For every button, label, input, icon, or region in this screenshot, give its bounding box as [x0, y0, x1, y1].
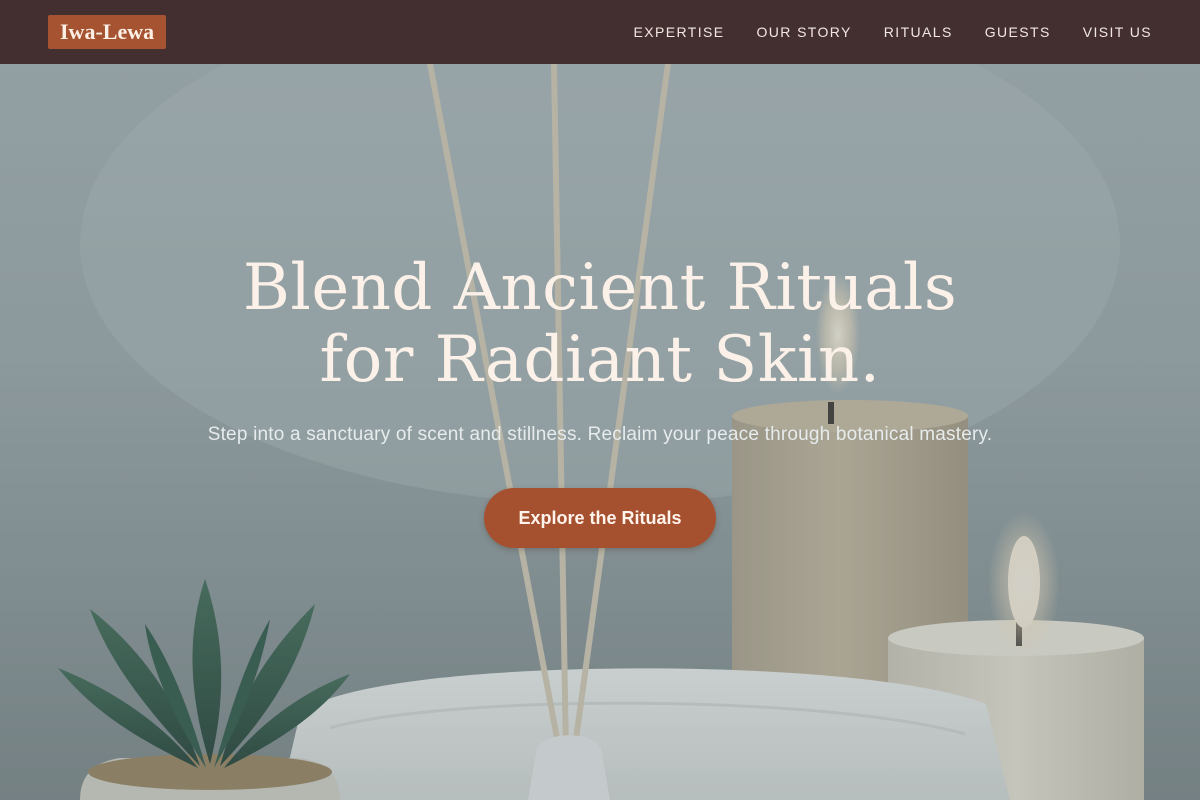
hero-subtitle: Step into a sanctuary of scent and still… [207, 424, 993, 445]
nav-link-guests[interactable]: GUESTS [985, 24, 1051, 40]
top-navigation-bar: Iwa-Lewa EXPERTISE OUR STORY RITUALS GUE… [0, 0, 1200, 64]
nav-link-visit-us[interactable]: VISIT US [1083, 24, 1152, 40]
nav-link-expertise[interactable]: EXPERTISE [634, 24, 725, 40]
brand-logo[interactable]: Iwa-Lewa [48, 15, 167, 49]
hero-title: Blend Ancient Rituals for Radiant Skin. [0, 252, 1200, 396]
landing-page: Iwa-Lewa EXPERTISE OUR STORY RITUALS GUE… [0, 0, 1200, 800]
hero-content: Blend Ancient Rituals for Radiant Skin. … [0, 252, 1200, 548]
explore-rituals-button[interactable]: Explore the Rituals [484, 488, 716, 548]
hero-title-line-1: Blend Ancient Rituals [242, 251, 958, 325]
nav-link-rituals[interactable]: RITUALS [884, 24, 953, 40]
nav-link-our-story[interactable]: OUR STORY [756, 24, 851, 40]
hero-title-line-2: for Radiant Skin. [319, 323, 881, 397]
main-navigation: EXPERTISE OUR STORY RITUALS GUESTS VISIT… [634, 24, 1152, 40]
hero-section: Blend Ancient Rituals for Radiant Skin. … [0, 64, 1200, 800]
